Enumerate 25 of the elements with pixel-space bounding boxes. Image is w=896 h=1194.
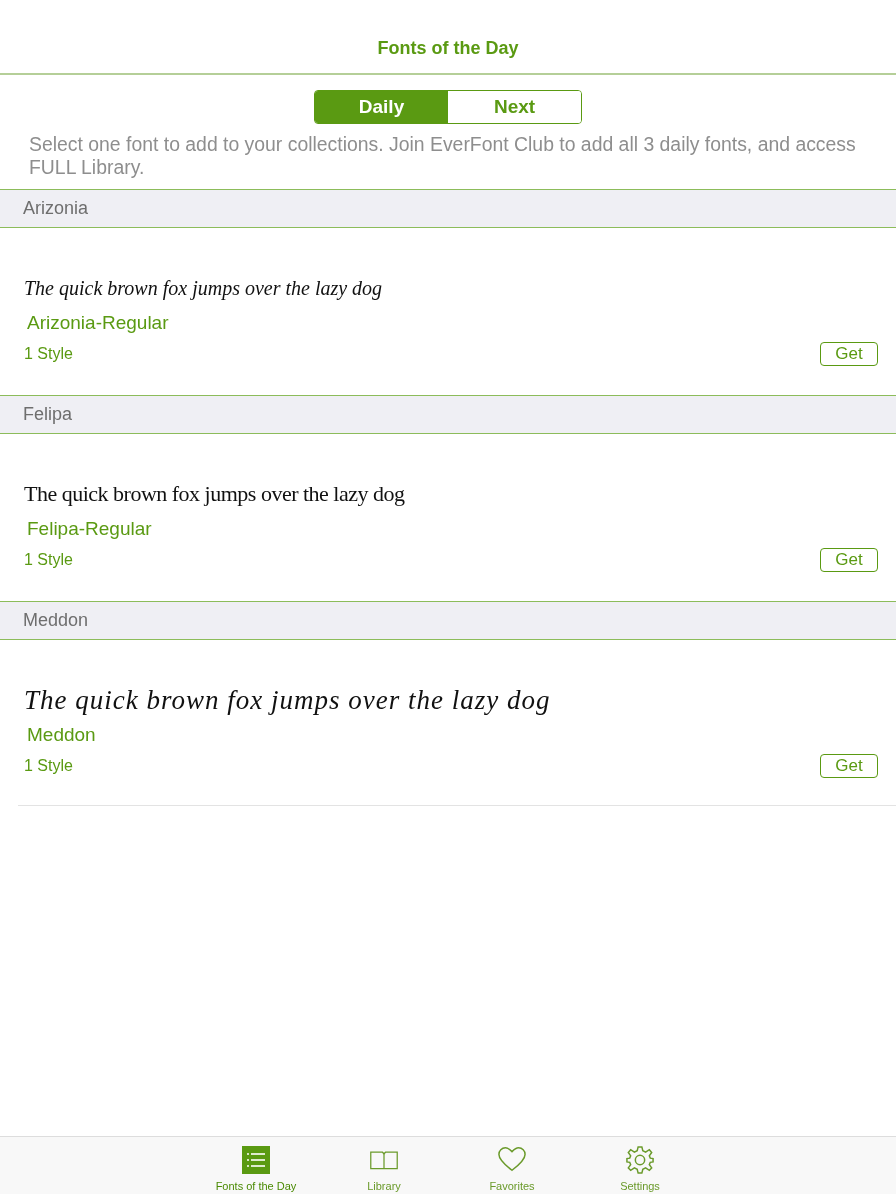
style-count: 1 Style [24,551,73,569]
tab-bar-item[interactable]: Fonts of the Day [216,1137,296,1194]
settings-icon [626,1146,654,1174]
section-header: Felipa [0,395,896,434]
get-button[interactable]: Get [820,342,878,366]
screen-title: Fonts of the Day [377,38,519,59]
font-sample: The quick brown fox jumps over the lazy dog [24,684,552,717]
font-sample: The quick brown fox jumps over the lazy dog [24,480,406,508]
style-count: 1 Style [24,345,73,363]
section-header: Arizonia [0,189,896,228]
get-button[interactable]: Get [820,548,878,572]
heart-icon [498,1146,526,1174]
list-icon [242,1146,270,1174]
font-sample: The quick brown fox jumps over the lazy dog [24,276,384,302]
segment-tab[interactable]: Daily [315,91,448,123]
style-count: 1 Style [24,757,73,775]
section-header: Meddon [0,601,896,640]
tab-bar-item[interactable]: Library [344,1137,424,1194]
font-name: Arizonia-Regular [27,312,170,335]
tab-bar-item[interactable]: Favorites [472,1137,552,1194]
tab-bar-item[interactable]: Settings [600,1137,680,1194]
font-name: Meddon [27,724,97,747]
font-name: Felipa-Regular [27,518,153,541]
description-text: Select one font to add to your collections. Join EverFont Club to add all 3 daily fonts, and access FULL Library. [29,133,857,179]
get-button[interactable]: Get [820,754,878,778]
